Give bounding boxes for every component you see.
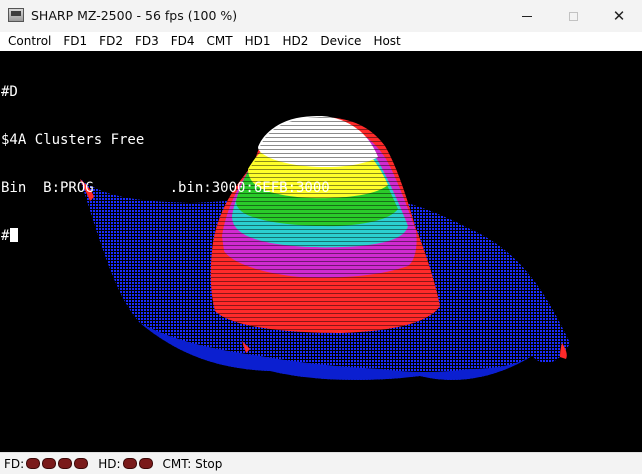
emulator-screen[interactable]: #D $4A Clusters Free Bin B:PROG .bin:300… xyxy=(0,51,642,452)
menu-cmt[interactable]: CMT xyxy=(201,32,239,51)
menu-hd1[interactable]: HD1 xyxy=(239,32,277,51)
fd-label: FD: xyxy=(4,456,25,471)
menu-bar: Control FD1 FD2 FD3 FD4 CMT HD1 HD2 Devi… xyxy=(0,32,642,51)
close-button[interactable]: ✕ xyxy=(596,0,642,32)
terminal-output: #D $4A Clusters Free Bin B:PROG .bin:300… xyxy=(1,52,330,276)
menu-fd3[interactable]: FD3 xyxy=(129,32,165,51)
maximize-icon xyxy=(568,11,578,21)
fd-led-icon xyxy=(74,458,89,469)
fd-led-icon xyxy=(58,458,73,469)
window-title: SHARP MZ-2500 - 56 fps (100 %) xyxy=(31,8,238,23)
hd-led-icon xyxy=(138,458,153,469)
terminal-line: $4A Clusters Free xyxy=(1,132,145,148)
terminal-prompt-line: # xyxy=(1,228,330,244)
cmt-status: CMT: Stop xyxy=(163,457,223,471)
hd-label: HD: xyxy=(98,456,121,471)
fd-led-icon xyxy=(42,458,57,469)
terminal-line: #D xyxy=(1,84,18,100)
title-bar: SHARP MZ-2500 - 56 fps (100 %) ✕ xyxy=(0,0,642,32)
cmt-status-text: CMT: Stop xyxy=(162,456,223,471)
menu-device[interactable]: Device xyxy=(314,32,367,51)
hd-status: HD: xyxy=(98,456,153,471)
minimize-icon xyxy=(522,15,532,17)
menu-fd2[interactable]: FD2 xyxy=(93,32,129,51)
menu-fd1[interactable]: FD1 xyxy=(57,32,93,51)
text-cursor xyxy=(10,228,19,242)
menu-fd4[interactable]: FD4 xyxy=(165,32,201,51)
terminal-prompt: # xyxy=(1,228,10,244)
terminal-line: Bin B:PROG .bin:3000:6EFB:3000 xyxy=(1,180,330,196)
computer-icon xyxy=(8,8,24,22)
status-bar: FD: HD: CMT: Stop xyxy=(0,452,642,474)
menu-hd2[interactable]: HD2 xyxy=(276,32,314,51)
menu-control[interactable]: Control xyxy=(0,32,57,51)
close-icon: ✕ xyxy=(612,7,626,25)
maximize-button[interactable] xyxy=(550,0,596,32)
hd-led-icon xyxy=(122,458,137,469)
fd-led-icon xyxy=(26,458,41,469)
fd-status: FD: xyxy=(4,456,89,471)
minimize-button[interactable] xyxy=(504,0,550,32)
menu-host[interactable]: Host xyxy=(367,32,406,51)
